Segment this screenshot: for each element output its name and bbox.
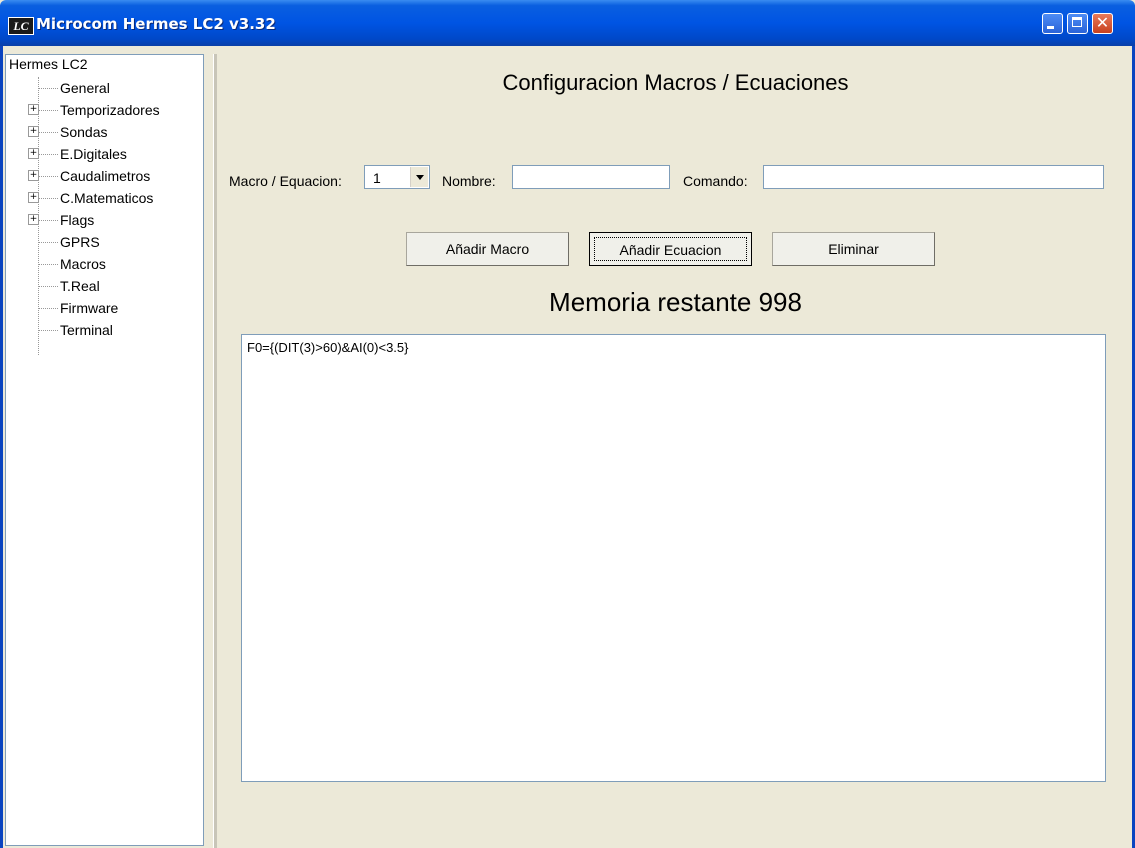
nombre-label: Nombre: (442, 173, 496, 189)
title-bar[interactable]: LC Microcom Hermes LC2 v3.32 ✕ (0, 0, 1135, 46)
window-title: Microcom Hermes LC2 v3.32 (36, 15, 276, 33)
comando-label: Comando: (683, 173, 748, 189)
macro-equation-value: 1 (373, 170, 381, 186)
macro-equation-select[interactable]: 1 (364, 165, 430, 189)
tree-item-label: Caudalimetros (60, 168, 151, 184)
minimize-button[interactable] (1042, 13, 1063, 34)
chevron-down-icon[interactable] (410, 167, 428, 187)
nombre-input[interactable] (512, 165, 670, 189)
memory-remaining-text: Memoria restante 998 (549, 287, 802, 317)
tree-item-label: T.Real (60, 278, 100, 294)
add-macro-button[interactable]: Añadir Macro (406, 232, 569, 266)
tree-connector (38, 330, 58, 331)
tree-item-label: E.Digitales (60, 146, 127, 162)
app-icon: LC (8, 17, 34, 35)
tree-connector (38, 110, 58, 111)
comando-input[interactable] (763, 165, 1104, 189)
tree-connector (38, 308, 58, 309)
tree-item-label: Sondas (60, 124, 108, 140)
tree-item-label: Flags (60, 212, 95, 228)
close-icon: ✕ (1095, 13, 1110, 32)
tree-connector (38, 198, 58, 199)
close-button[interactable]: ✕ (1092, 13, 1113, 34)
add-equation-button-label: Añadir Ecuacion (594, 237, 747, 261)
macro-equation-label: Macro / Equacion: (229, 173, 342, 189)
tree-connector (38, 242, 58, 243)
delete-button[interactable]: Eliminar (772, 232, 935, 266)
tree-connector (38, 264, 58, 265)
tree-connector (38, 154, 58, 155)
equation-line: F0={(DIT(3)>60)&AI(0)<3.5} (247, 340, 409, 355)
panel-splitter[interactable] (213, 54, 217, 848)
tree-connector (38, 286, 58, 287)
tree-item-label: GPRS (60, 234, 100, 250)
page-title: Configuracion Macros / Ecuaciones (502, 70, 849, 95)
equations-textarea[interactable]: F0={(DIT(3)>60)&AI(0)<3.5} (241, 334, 1106, 782)
tree-item-label: General (60, 80, 110, 96)
tree-item-label: C.Matematicos (60, 190, 154, 206)
tree-connector (38, 176, 58, 177)
tree-item-label: Macros (60, 256, 106, 272)
tree-item-label: Temporizadores (60, 102, 160, 118)
maximize-button[interactable] (1067, 13, 1088, 34)
tree-root-label[interactable]: Hermes LC2 (9, 56, 88, 72)
tree-item-label: Terminal (60, 322, 113, 338)
add-equation-button[interactable]: Añadir Ecuacion (589, 232, 752, 266)
tree-item-label: Firmware (60, 300, 119, 316)
tree-connector (38, 88, 58, 89)
tree-connector (38, 132, 58, 133)
window-border-left (0, 46, 3, 848)
tree-connector (38, 220, 58, 221)
navigation-tree[interactable]: Hermes LC2 General + Temporizadores + So… (5, 54, 204, 846)
